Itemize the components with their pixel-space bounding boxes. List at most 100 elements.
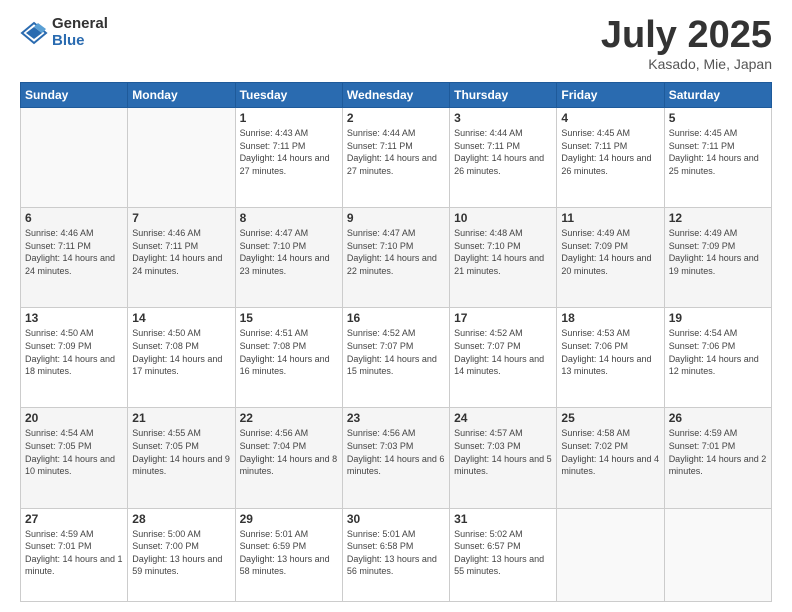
day-info: Sunrise: 4:48 AMSunset: 7:10 PMDaylight:… <box>454 227 552 277</box>
day-number: 27 <box>25 512 123 526</box>
day-info: Sunrise: 4:53 AMSunset: 7:06 PMDaylight:… <box>561 327 659 377</box>
day-info: Sunrise: 4:52 AMSunset: 7:07 PMDaylight:… <box>347 327 445 377</box>
calendar-cell: 14Sunrise: 4:50 AMSunset: 7:08 PMDayligh… <box>128 308 235 408</box>
logo-general-text: General <box>52 16 108 33</box>
weekday-header-row: SundayMondayTuesdayWednesdayThursdayFrid… <box>21 83 772 108</box>
weekday-header-friday: Friday <box>557 83 664 108</box>
day-number: 18 <box>561 311 659 325</box>
day-number: 13 <box>25 311 123 325</box>
calendar-header: SundayMondayTuesdayWednesdayThursdayFrid… <box>21 83 772 108</box>
title-block: July 2025 Kasado, Mie, Japan <box>601 16 772 72</box>
day-info: Sunrise: 4:51 AMSunset: 7:08 PMDaylight:… <box>240 327 338 377</box>
calendar-cell: 20 Sunrise: 4:54 AMSunset: 7:05 PMDayligh… <box>21 408 128 508</box>
day-number: 22 <box>240 411 338 425</box>
logo: General Blue <box>20 16 108 49</box>
weekday-header-saturday: Saturday <box>664 83 771 108</box>
day-number: 26 <box>669 411 767 425</box>
calendar-cell: 8 Sunrise: 4:47 AMSunset: 7:10 PMDaylight… <box>235 208 342 308</box>
calendar-table: SundayMondayTuesdayWednesdayThursdayFrid… <box>20 82 772 602</box>
calendar-cell: 2 Sunrise: 4:44 AMSunset: 7:11 PMDaylight… <box>342 108 449 208</box>
calendar-cell: 4 Sunrise: 4:45 AMSunset: 7:11 PMDaylight… <box>557 108 664 208</box>
calendar-cell: 29Sunrise: 5:01 AMSunset: 6:59 PMDayligh… <box>235 508 342 601</box>
day-number: 9 <box>347 211 445 225</box>
weekday-header-thursday: Thursday <box>450 83 557 108</box>
day-number: 23 <box>347 411 445 425</box>
calendar-week-row: 6 Sunrise: 4:46 AMSunset: 7:11 PMDaylight… <box>21 208 772 308</box>
day-number: 17 <box>454 311 552 325</box>
day-number: 24 <box>454 411 552 425</box>
weekday-header-tuesday: Tuesday <box>235 83 342 108</box>
day-info: Sunrise: 4:59 AMSunset: 7:01 PMDaylight:… <box>25 528 123 578</box>
calendar-week-row: 27 Sunrise: 4:59 AMSunset: 7:01 PMDayligh… <box>21 508 772 601</box>
day-info: Sunrise: 4:56 AMSunset: 7:04 PMDaylight:… <box>240 427 338 477</box>
calendar-cell: 12 Sunrise: 4:49 AMSunset: 7:09 PMDayligh… <box>664 208 771 308</box>
calendar-cell: 17 Sunrise: 4:52 AMSunset: 7:07 PMDayligh… <box>450 308 557 408</box>
calendar-week-row: 13 Sunrise: 4:50 AMSunset: 7:09 PMDayligh… <box>21 308 772 408</box>
logo-blue-text: Blue <box>52 33 108 50</box>
day-number: 14 <box>132 311 230 325</box>
calendar-cell: 16Sunrise: 4:52 AMSunset: 7:07 PMDayligh… <box>342 308 449 408</box>
calendar-cell: 7 Sunrise: 4:46 AMSunset: 7:11 PMDaylight… <box>128 208 235 308</box>
weekday-header-sunday: Sunday <box>21 83 128 108</box>
day-number: 31 <box>454 512 552 526</box>
calendar-cell <box>128 108 235 208</box>
day-number: 25 <box>561 411 659 425</box>
day-info: Sunrise: 4:50 AMSunset: 7:09 PMDaylight:… <box>25 327 123 377</box>
day-info: Sunrise: 4:47 AMSunset: 7:10 PMDaylight:… <box>347 227 445 277</box>
location: Kasado, Mie, Japan <box>601 56 772 72</box>
calendar-cell: 25Sunrise: 4:58 AMSunset: 7:02 PMDayligh… <box>557 408 664 508</box>
day-info: Sunrise: 4:49 AMSunset: 7:09 PMDaylight:… <box>561 227 659 277</box>
calendar-cell: 15 Sunrise: 4:51 AMSunset: 7:08 PMDayligh… <box>235 308 342 408</box>
day-number: 2 <box>347 111 445 125</box>
calendar-cell: 9 Sunrise: 4:47 AMSunset: 7:10 PMDaylight… <box>342 208 449 308</box>
calendar-week-row: 1 Sunrise: 4:43 AMSunset: 7:11 PMDaylight… <box>21 108 772 208</box>
day-info: Sunrise: 4:49 AMSunset: 7:09 PMDaylight:… <box>669 227 767 277</box>
weekday-header-monday: Monday <box>128 83 235 108</box>
day-number: 20 <box>25 411 123 425</box>
day-number: 4 <box>561 111 659 125</box>
day-info: Sunrise: 4:43 AMSunset: 7:11 PMDaylight:… <box>240 127 338 177</box>
logo-icon <box>20 19 48 47</box>
day-info: Sunrise: 5:00 AMSunset: 7:00 PMDaylight:… <box>132 528 230 578</box>
day-info: Sunrise: 5:01 AMSunset: 6:58 PMDaylight:… <box>347 528 445 578</box>
day-number: 10 <box>454 211 552 225</box>
calendar-cell: 18 Sunrise: 4:53 AMSunset: 7:06 PMDayligh… <box>557 308 664 408</box>
day-info: Sunrise: 4:44 AMSunset: 7:11 PMDaylight:… <box>347 127 445 177</box>
day-info: Sunrise: 4:54 AMSunset: 7:06 PMDaylight:… <box>669 327 767 377</box>
day-info: Sunrise: 4:52 AMSunset: 7:07 PMDaylight:… <box>454 327 552 377</box>
day-info: Sunrise: 4:46 AMSunset: 7:11 PMDaylight:… <box>132 227 230 277</box>
day-info: Sunrise: 4:57 AMSunset: 7:03 PMDaylight:… <box>454 427 552 477</box>
day-info: Sunrise: 4:47 AMSunset: 7:10 PMDaylight:… <box>240 227 338 277</box>
day-number: 11 <box>561 211 659 225</box>
day-number: 15 <box>240 311 338 325</box>
day-info: Sunrise: 4:44 AMSunset: 7:11 PMDaylight:… <box>454 127 552 177</box>
calendar-cell: 10 Sunrise: 4:48 AMSunset: 7:10 PMDayligh… <box>450 208 557 308</box>
calendar-cell <box>664 508 771 601</box>
calendar-cell: 31 Sunrise: 5:02 AMSunset: 6:57 PMDayligh… <box>450 508 557 601</box>
calendar-cell: 30Sunrise: 5:01 AMSunset: 6:58 PMDayligh… <box>342 508 449 601</box>
weekday-header-wednesday: Wednesday <box>342 83 449 108</box>
month-title: July 2025 <box>601 16 772 54</box>
day-number: 12 <box>669 211 767 225</box>
calendar-cell: 11 Sunrise: 4:49 AMSunset: 7:09 PMDayligh… <box>557 208 664 308</box>
calendar-cell: 28Sunrise: 5:00 AMSunset: 7:00 PMDayligh… <box>128 508 235 601</box>
day-info: Sunrise: 4:45 AMSunset: 7:11 PMDaylight:… <box>561 127 659 177</box>
calendar-cell: 22 Sunrise: 4:56 AMSunset: 7:04 PMDayligh… <box>235 408 342 508</box>
day-number: 1 <box>240 111 338 125</box>
day-number: 6 <box>25 211 123 225</box>
calendar-cell: 27 Sunrise: 4:59 AMSunset: 7:01 PMDayligh… <box>21 508 128 601</box>
calendar-body: 1 Sunrise: 4:43 AMSunset: 7:11 PMDaylight… <box>21 108 772 602</box>
calendar-week-row: 20 Sunrise: 4:54 AMSunset: 7:05 PMDayligh… <box>21 408 772 508</box>
day-info: Sunrise: 5:02 AMSunset: 6:57 PMDaylight:… <box>454 528 552 578</box>
day-number: 7 <box>132 211 230 225</box>
day-info: Sunrise: 4:55 AMSunset: 7:05 PMDaylight:… <box>132 427 230 477</box>
calendar-cell: 3Sunrise: 4:44 AMSunset: 7:11 PMDaylight… <box>450 108 557 208</box>
day-number: 8 <box>240 211 338 225</box>
day-info: Sunrise: 4:56 AMSunset: 7:03 PMDaylight:… <box>347 427 445 477</box>
calendar-cell: 19 Sunrise: 4:54 AMSunset: 7:06 PMDayligh… <box>664 308 771 408</box>
day-info: Sunrise: 4:54 AMSunset: 7:05 PMDaylight:… <box>25 427 123 477</box>
page: General Blue July 2025 Kasado, Mie, Japa… <box>0 0 792 612</box>
day-number: 19 <box>669 311 767 325</box>
calendar-cell: 13 Sunrise: 4:50 AMSunset: 7:09 PMDayligh… <box>21 308 128 408</box>
day-number: 29 <box>240 512 338 526</box>
